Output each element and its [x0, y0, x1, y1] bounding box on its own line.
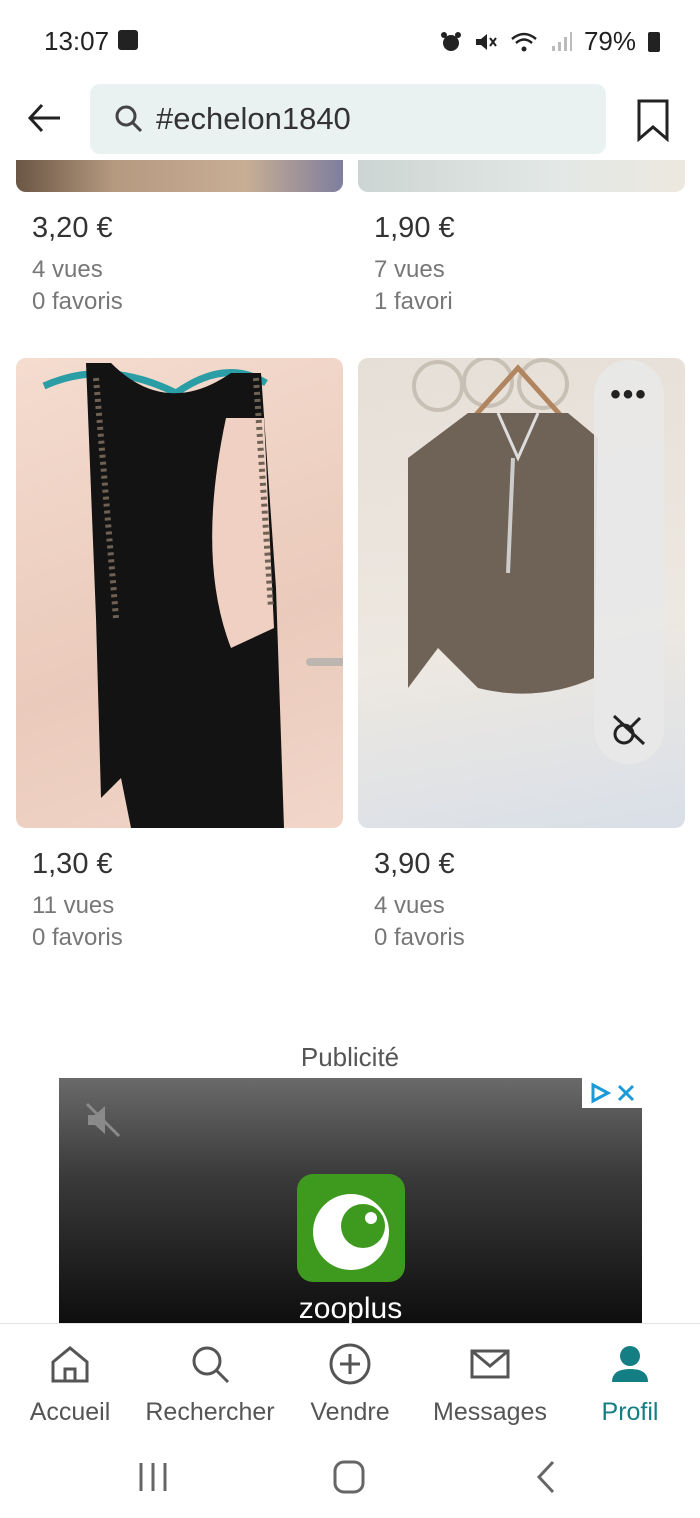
system-navigation: [0, 1443, 700, 1518]
image-icon: [118, 30, 138, 50]
search-bar[interactable]: [90, 84, 606, 154]
battery-percent: 79%: [583, 26, 636, 56]
listing-price: 3,90 €: [374, 848, 455, 880]
nav-rechercher[interactable]: Rechercher: [140, 1336, 280, 1427]
bookmark-icon[interactable]: [636, 98, 670, 142]
black-top-photo: [42, 363, 343, 828]
listing-info[interactable]: 3,90 € 4 vues 0 favoris: [374, 848, 465, 954]
listing-info[interactable]: 1,30 € 11 vues 0 favoris: [32, 848, 123, 954]
header: [0, 80, 700, 160]
recent-apps-icon[interactable]: [131, 1457, 175, 1497]
unpin-icon[interactable]: [610, 710, 648, 748]
listing-views: 4 vues: [374, 892, 445, 919]
listing-favorites: 0 favoris: [32, 288, 123, 315]
nav-messages[interactable]: Messages: [420, 1336, 560, 1427]
back-button-icon[interactable]: [525, 1457, 569, 1497]
listing-photo[interactable]: [16, 160, 343, 192]
listing-price: 3,20 €: [32, 212, 113, 244]
mute-icon: [475, 33, 497, 50]
nav-accueil[interactable]: Accueil: [0, 1336, 140, 1427]
zooplus-logo: [297, 1174, 405, 1282]
listing-favorites: 0 favoris: [374, 924, 465, 951]
listing-views: 4 vues: [32, 256, 103, 283]
ad-brand-name: zooplus: [298, 1292, 403, 1323]
home-button-icon[interactable]: [327, 1457, 371, 1497]
ad-mute-icon[interactable]: [83, 1100, 123, 1140]
search-icon: [192, 1346, 230, 1384]
bottom-navigation: Accueil Rechercher Vendre Messages Profi…: [0, 1323, 700, 1443]
plus-circle-icon: [329, 1343, 371, 1385]
more-options-icon[interactable]: •••: [594, 378, 664, 412]
listing-favorites: 0 favoris: [32, 924, 123, 951]
listing-images-partial: [0, 160, 700, 194]
listing-photo[interactable]: [16, 358, 343, 828]
ad-choices-icon: [591, 1082, 611, 1104]
profile-icon: [612, 1346, 648, 1382]
ad-label: Publicité: [300, 1042, 400, 1072]
search-icon: [115, 105, 143, 133]
alarm-icon: [440, 31, 461, 51]
listing-info[interactable]: 3,20 € 4 vues 0 favoris: [32, 212, 123, 318]
back-arrow-icon[interactable]: [24, 98, 64, 138]
home-icon: [51, 1346, 89, 1383]
listing-info[interactable]: 1,90 € 7 vues 1 favori: [374, 212, 455, 318]
listing-price: 1,30 €: [32, 848, 113, 880]
search-input[interactable]: [156, 101, 576, 137]
listing-views: 7 vues: [374, 256, 445, 283]
nav-label: Accueil: [29, 1398, 111, 1426]
status-time: 13:07: [44, 26, 110, 56]
close-icon[interactable]: [616, 1083, 636, 1103]
battery-icon: [648, 31, 660, 52]
status-bar: 13:07 79%: [0, 0, 700, 80]
nav-label: Profil: [601, 1398, 659, 1426]
zooplus-logo-mark: [313, 1194, 389, 1270]
listing-favorites: 1 favori: [374, 288, 453, 315]
ad-choices[interactable]: [582, 1078, 642, 1108]
status-indicators: 79%: [440, 26, 660, 57]
nav-label: Vendre: [310, 1398, 390, 1426]
mail-icon: [470, 1349, 510, 1379]
nav-vendre[interactable]: Vendre: [280, 1336, 420, 1427]
ad-banner[interactable]: zooplus: [59, 1078, 642, 1323]
signal-icon: [551, 31, 572, 51]
listing-photo[interactable]: [358, 160, 685, 192]
listing-price: 1,90 €: [374, 212, 455, 244]
nav-profil[interactable]: Profil: [560, 1336, 700, 1427]
listing-views: 11 vues: [32, 892, 115, 919]
nav-label: Messages: [433, 1398, 547, 1426]
overlay-panel: •••: [594, 360, 664, 764]
nav-label: Rechercher: [145, 1398, 275, 1426]
wifi-icon: [511, 32, 537, 51]
